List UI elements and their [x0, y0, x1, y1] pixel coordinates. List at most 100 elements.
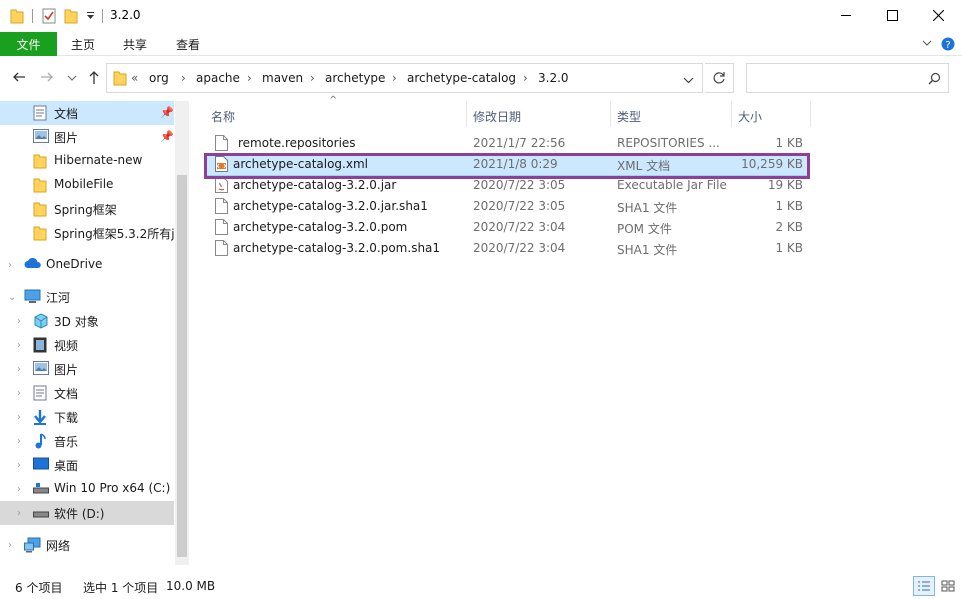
- sidebar-item-network[interactable]: › 网络: [0, 533, 174, 557]
- file-type: POM 文件: [617, 222, 672, 236]
- file-name: remote.repositories: [238, 136, 356, 150]
- new-folder-icon[interactable]: [64, 8, 78, 27]
- forward-button[interactable]: [40, 70, 54, 87]
- properties-icon[interactable]: [42, 8, 56, 27]
- back-button[interactable]: [12, 70, 26, 87]
- sidebar-item-drive-d[interactable]: › 软件 (D:): [0, 501, 174, 525]
- sidebar-item-mobilefile[interactable]: MobileFile: [0, 173, 174, 197]
- sidebar-item-music[interactable]: › 音乐: [0, 429, 174, 453]
- column-divider[interactable]: [610, 101, 611, 127]
- expand-ribbon-button[interactable]: [921, 37, 933, 52]
- svg-text:?: ?: [945, 40, 950, 51]
- refresh-button[interactable]: [705, 63, 734, 93]
- documents-icon: [33, 385, 49, 401]
- column-header-name[interactable]: 名称: [211, 108, 235, 125]
- column-header-type[interactable]: 类型: [617, 108, 641, 125]
- chevron-right-icon[interactable]: ›: [17, 340, 21, 351]
- column-divider[interactable]: [810, 101, 811, 127]
- file-row[interactable]: archetype-catalog-3.2.0.pom 2020/7/22 3:…: [205, 217, 809, 238]
- file-row[interactable]: archetype-catalog-3.2.0.pom.sha1 2020/7/…: [205, 238, 809, 259]
- chevron-down-icon[interactable]: ⌄: [8, 292, 16, 303]
- chevron-right-icon[interactable]: ›: [17, 436, 21, 447]
- tab-share[interactable]: 共享: [123, 36, 147, 53]
- jar-file-icon: [215, 177, 229, 194]
- folder-icon[interactable]: [10, 8, 24, 27]
- sidebar-item-videos[interactable]: › 视频: [0, 333, 174, 357]
- file-row[interactable]: archetype-catalog-3.2.0.jar.sha1 2020/7/…: [205, 196, 809, 217]
- tab-file[interactable]: 文件: [0, 32, 57, 56]
- address-bar[interactable]: « org › apache › maven › archetype › arc…: [106, 63, 703, 93]
- chevron-right-icon[interactable]: ›: [392, 71, 397, 85]
- help-icon: ?: [941, 37, 955, 51]
- large-icons-view-button[interactable]: [937, 576, 959, 596]
- window-title: 3.2.0: [110, 8, 141, 22]
- file-modified: 2020/7/22 3:04: [473, 241, 566, 255]
- sidebar-item-onedrive[interactable]: › OneDrive: [0, 253, 174, 277]
- chevron-right-icon[interactable]: ›: [17, 508, 21, 519]
- up-button[interactable]: [87, 69, 101, 88]
- tab-home[interactable]: 主页: [71, 36, 95, 53]
- sidebar-item-hibernate-new[interactable]: Hibernate-new: [0, 149, 174, 173]
- sidebar-item-label: 图片: [54, 363, 79, 377]
- sidebar-item-label: 文档: [54, 387, 79, 401]
- chevron-right-icon[interactable]: ›: [247, 71, 252, 85]
- file-icon: [215, 219, 229, 236]
- arrow-left-icon: [13, 72, 25, 82]
- sidebar-item-desktop[interactable]: › 桌面: [0, 453, 174, 477]
- chevron-right-icon[interactable]: ›: [17, 316, 21, 327]
- address-history-button[interactable]: [683, 74, 694, 88]
- help-button[interactable]: ?: [941, 37, 955, 54]
- chevron-right-icon[interactable]: ›: [8, 260, 12, 271]
- details-view-button[interactable]: [913, 576, 935, 596]
- search-box[interactable]: [746, 63, 949, 93]
- breadcrumb-current[interactable]: 3.2.0: [538, 71, 569, 85]
- chevron-right-icon[interactable]: ›: [310, 71, 315, 85]
- breadcrumb-maven[interactable]: maven: [262, 71, 303, 85]
- breadcrumb-archetype-catalog[interactable]: archetype-catalog: [407, 71, 516, 85]
- column-header-size[interactable]: 大小: [738, 108, 762, 125]
- column-header-modified[interactable]: 修改日期: [473, 108, 521, 125]
- file-row[interactable]: remote.repositories 2021/1/7 22:56 REPOS…: [205, 133, 809, 154]
- chevron-right-icon[interactable]: ›: [181, 71, 186, 85]
- maximize-button[interactable]: [869, 0, 915, 30]
- chevron-right-icon[interactable]: ›: [17, 460, 21, 471]
- sidebar-scrollbar-thumb[interactable]: [177, 175, 187, 557]
- sidebar-item-drive-c[interactable]: › Win 10 Pro x64 (C:): [0, 477, 174, 501]
- file-name: archetype-catalog-3.2.0.jar.sha1: [233, 199, 428, 213]
- file-type: REPOSITORIES ...: [617, 136, 720, 150]
- tab-view[interactable]: 查看: [176, 36, 200, 53]
- search-icon[interactable]: [928, 72, 941, 88]
- separator: [102, 9, 103, 23]
- breadcrumb-apache[interactable]: apache: [196, 71, 240, 85]
- address-overflow[interactable]: «: [131, 71, 138, 85]
- sidebar-item-downloads[interactable]: › 下载: [0, 405, 174, 429]
- column-divider[interactable]: [466, 101, 467, 127]
- column-divider[interactable]: [731, 101, 732, 127]
- breadcrumb-org[interactable]: org: [149, 71, 169, 85]
- sidebar-item-this-pc[interactable]: ⌄ 江河: [0, 285, 174, 309]
- file-modified: 2020/7/22 3:04: [473, 220, 566, 234]
- chevron-right-icon[interactable]: ›: [17, 364, 21, 375]
- status-bar: 6 个项目 选中 1 个项目 10.0 MB: [0, 570, 962, 599]
- sidebar-item-documents-pc[interactable]: › 文档: [0, 381, 174, 405]
- close-button[interactable]: [915, 0, 961, 30]
- chevron-right-icon[interactable]: ›: [17, 484, 21, 495]
- chevron-right-icon[interactable]: ›: [8, 540, 12, 551]
- sidebar-item-documents[interactable]: 文档 📌: [0, 101, 174, 125]
- search-input[interactable]: [747, 64, 917, 92]
- sidebar-item-pictures-pc[interactable]: › 图片: [0, 357, 174, 381]
- minimize-button[interactable]: [823, 0, 869, 30]
- sidebar-item-spring-532[interactable]: Spring框架5.3.2所有ja: [0, 221, 182, 245]
- details-view-icon: [918, 581, 930, 591]
- chevron-right-icon[interactable]: ›: [17, 388, 21, 399]
- chevron-right-icon[interactable]: ›: [17, 412, 21, 423]
- recent-locations-button[interactable]: [67, 72, 77, 86]
- documents-icon: [33, 105, 49, 121]
- customize-quick-access-icon[interactable]: [86, 10, 95, 24]
- sidebar-item-pictures[interactable]: 图片 📌: [0, 125, 174, 149]
- desktop-icon: [33, 457, 49, 473]
- sidebar-item-spring[interactable]: Spring框架: [0, 197, 174, 221]
- breadcrumb-archetype[interactable]: archetype: [325, 71, 385, 85]
- sidebar-item-3d-objects[interactable]: › 3D 对象: [0, 309, 174, 333]
- chevron-right-icon[interactable]: ›: [523, 71, 528, 85]
